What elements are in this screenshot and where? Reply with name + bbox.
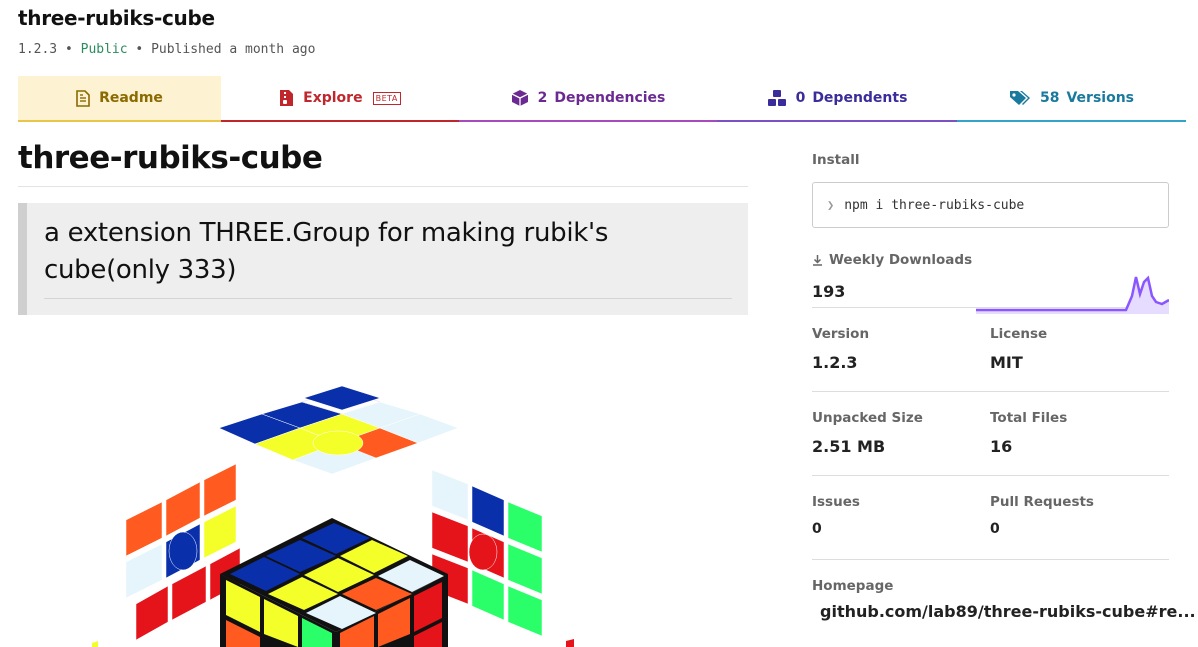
file-text-icon <box>76 89 90 107</box>
versions-count: 58 <box>1039 90 1060 106</box>
tab-dependencies[interactable]: 2 Dependencies <box>459 76 717 122</box>
box-icon <box>511 90 528 106</box>
tab-readme[interactable]: Readme <box>18 76 221 122</box>
file-zip-icon <box>280 90 294 106</box>
package-tabs: Readme Explore BETA 2 Dependencies 0 Dep… <box>18 76 1186 122</box>
readme-description: a extension THREE.Group for making rubik… <box>44 215 732 299</box>
package-meta: 1.2.3 • Public • Published a month ago <box>18 42 316 57</box>
downloads-sparkline[interactable] <box>976 272 1169 314</box>
pull-requests-link[interactable]: 0 <box>990 521 1168 537</box>
issues-link[interactable]: 0 <box>812 521 990 537</box>
tab-dependents[interactable]: 0 Dependents <box>717 76 957 122</box>
issues-prs-row: Issues 0 Pull Requests 0 <box>812 476 1169 560</box>
package-version: 1.2.3 <box>18 42 58 57</box>
weekly-downloads-label: Weekly Downloads <box>829 252 973 268</box>
dependencies-count: 2 <box>537 90 548 106</box>
homepage-section: Homepage github.com/lab89/three-rubiks-c… <box>812 560 1196 621</box>
pull-requests-label: Pull Requests <box>990 494 1094 510</box>
install-label: Install <box>812 152 860 168</box>
install-command-box[interactable]: ❯ npm i three-rubiks-cube <box>812 182 1169 228</box>
unpacked-size-value: 2.51 MB <box>812 437 886 456</box>
dependents-count: 0 <box>795 90 806 106</box>
tab-readme-label: Readme <box>99 90 163 106</box>
license-value: MIT <box>990 353 1023 372</box>
boxes-icon <box>767 90 786 106</box>
version-license-row: Version 1.2.3 License MIT <box>812 308 1169 392</box>
version-value: 1.2.3 <box>812 353 858 372</box>
tab-explore-label: Explore <box>303 90 363 106</box>
published-label: Published a month ago <box>151 42 316 57</box>
rubiks-cube-image <box>92 385 574 647</box>
package-sidebar: Install ❯ npm i three-rubiks-cube Weekly… <box>812 152 1196 621</box>
install-command: npm i three-rubiks-cube <box>844 197 1025 213</box>
tab-versions-label: Versions <box>1066 90 1134 106</box>
total-files-value: 16 <box>990 437 1013 456</box>
tab-dependents-label: Dependents <box>812 90 908 106</box>
package-header: three-rubiks-cube 1.2.3 • Public • Publi… <box>18 6 315 57</box>
terminal-prompt-icon: ❯ <box>827 198 835 212</box>
download-icon <box>813 255 822 266</box>
tab-dependencies-label: Dependencies <box>554 90 666 106</box>
tab-explore[interactable]: Explore BETA <box>221 76 459 122</box>
homepage-label: Homepage <box>812 578 894 594</box>
issues-label: Issues <box>812 494 860 510</box>
readme-title: three-rubiks-cube <box>18 140 748 187</box>
homepage-url: github.com/lab89/three-rubiks-cube#re... <box>820 602 1196 621</box>
visibility-label: Public <box>80 42 128 57</box>
total-files-label: Total Files <box>990 410 1068 426</box>
license-label: License <box>990 326 1048 342</box>
homepage-link[interactable]: github.com/lab89/three-rubiks-cube#re... <box>812 602 1196 621</box>
version-label: Version <box>812 326 870 342</box>
readme-blockquote: a extension THREE.Group for making rubik… <box>18 203 748 315</box>
beta-badge: BETA <box>372 91 401 105</box>
unpacked-size-label: Unpacked Size <box>812 410 923 426</box>
weekly-downloads-section: Weekly Downloads 193 <box>812 252 1169 314</box>
tags-icon <box>1009 91 1030 105</box>
package-name: three-rubiks-cube <box>18 6 215 30</box>
readme-content: three-rubiks-cube a extension THREE.Grou… <box>18 140 748 315</box>
tab-versions[interactable]: 58 Versions <box>957 76 1186 122</box>
size-files-row: Unpacked Size 2.51 MB Total Files 16 <box>812 392 1169 476</box>
